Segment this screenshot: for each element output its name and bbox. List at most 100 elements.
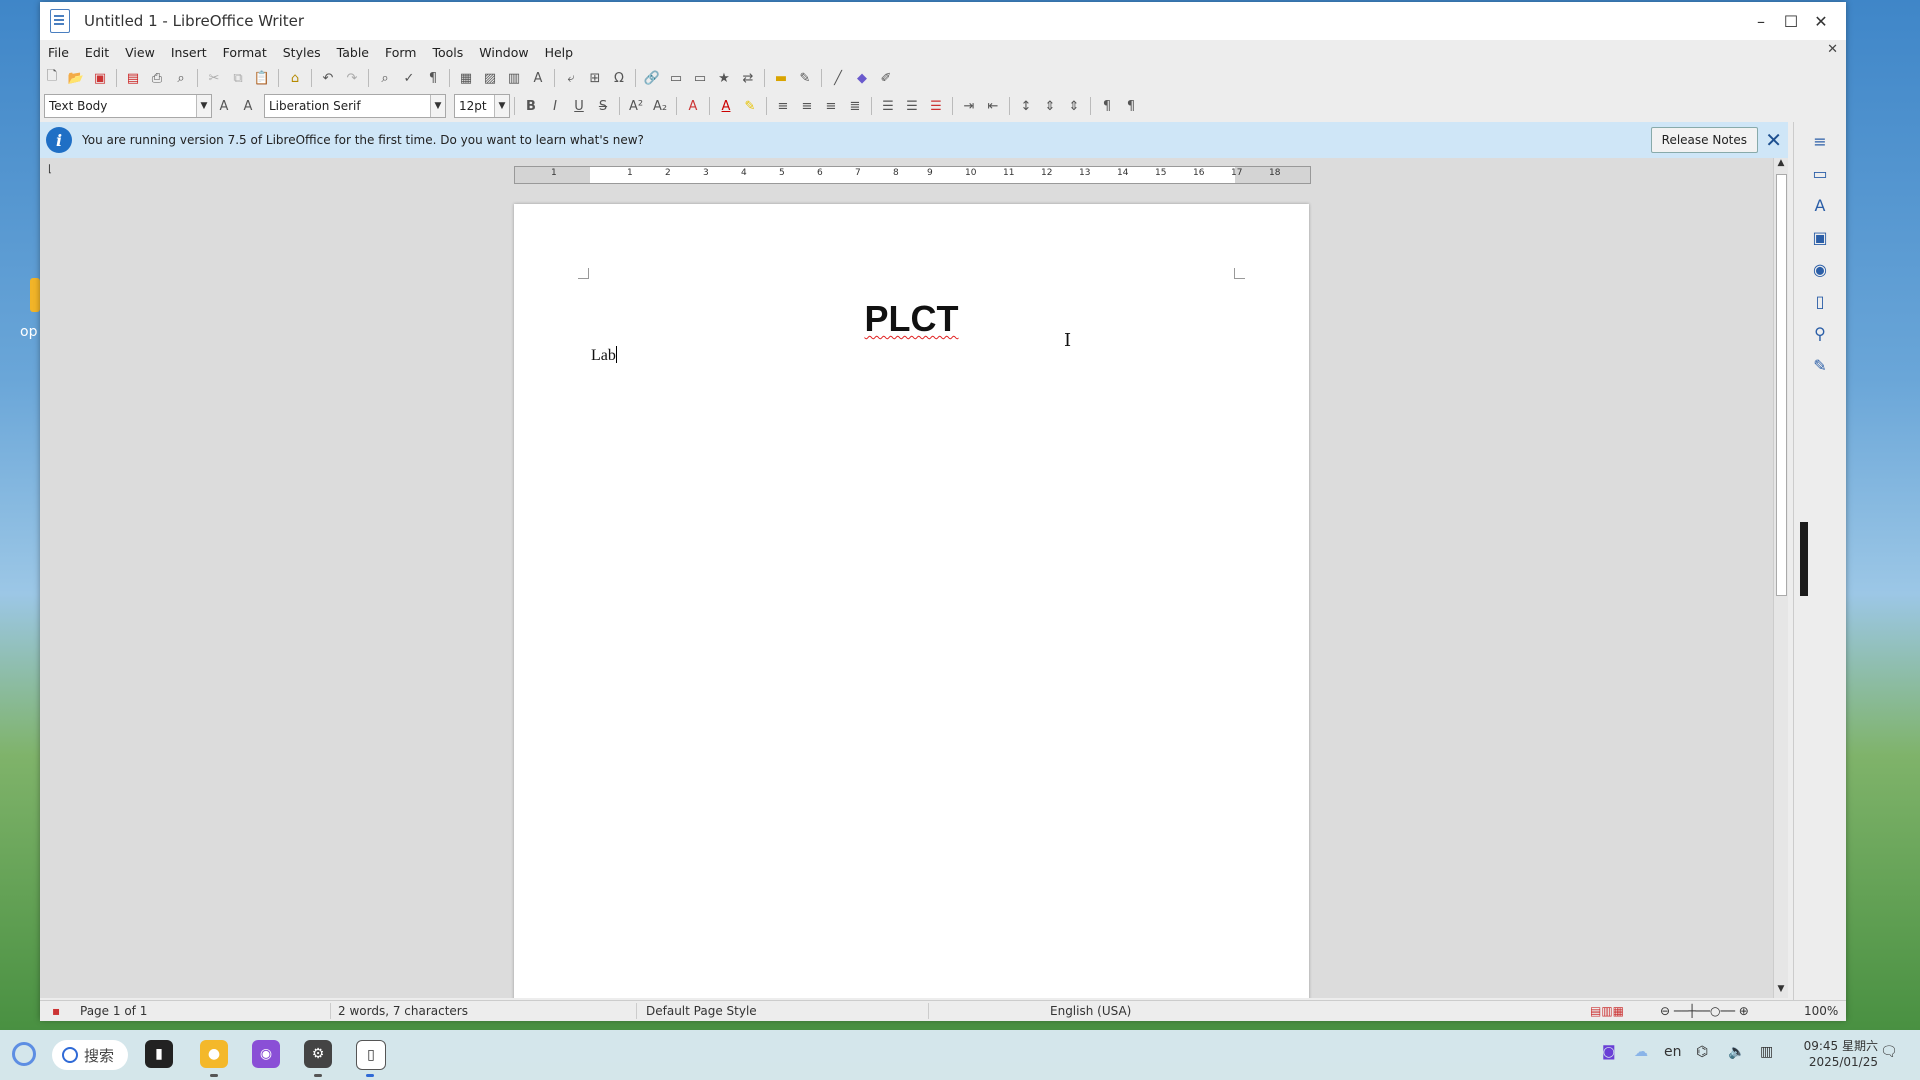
chevron-down-icon[interactable]: ▼ — [196, 95, 211, 117]
settings-app-icon[interactable]: ⚙ — [304, 1040, 332, 1068]
font-color-icon[interactable]: A — [715, 95, 737, 117]
file-manager-icon[interactable]: ● — [200, 1040, 228, 1068]
ordered-list-icon[interactable]: ☰ — [901, 95, 923, 117]
cross-reference-icon[interactable]: ⇄ — [737, 67, 759, 89]
draw-functions-icon[interactable]: ✐ — [875, 67, 897, 89]
scroll-up-icon[interactable]: ▲ — [1774, 158, 1788, 172]
volume-icon[interactable]: 🔈 — [1728, 1044, 1745, 1060]
update-style-icon[interactable]: A — [213, 95, 235, 117]
style-inspector-icon[interactable]: ⚲ — [1807, 320, 1833, 346]
menu-edit[interactable]: Edit — [77, 45, 117, 60]
increase-indent-icon[interactable]: ⇥ — [958, 95, 980, 117]
network-icon[interactable]: ⌬ — [1696, 1044, 1708, 1060]
page-count[interactable]: Page 1 of 1 — [80, 1004, 147, 1018]
bold-button[interactable]: B — [520, 95, 542, 117]
subscript-icon[interactable]: A₂ — [649, 95, 671, 117]
right-to-left-icon[interactable]: ¶ — [1120, 95, 1142, 117]
zoom-level[interactable]: 100% — [1804, 1004, 1838, 1018]
new-style-icon[interactable]: A — [237, 95, 259, 117]
tray-app-icon[interactable]: ◙ — [1602, 1044, 1616, 1060]
decrease-indent-icon[interactable]: ⇤ — [982, 95, 1004, 117]
line-spacing-icon[interactable]: ↕ — [1015, 95, 1037, 117]
clear-formatting-icon[interactable]: A — [682, 95, 704, 117]
superscript-icon[interactable]: A² — [625, 95, 647, 117]
insert-field-icon[interactable]: ⊞ — [584, 67, 606, 89]
sidebar-collapse-handle[interactable] — [1800, 522, 1808, 596]
spelling-icon[interactable]: ✓ — [398, 67, 420, 89]
italic-button[interactable]: I — [544, 95, 566, 117]
special-character-icon[interactable]: Ω — [608, 67, 630, 89]
menu-window[interactable]: Window — [471, 45, 536, 60]
input-language[interactable]: en — [1664, 1044, 1682, 1060]
scrollbar-thumb[interactable] — [1776, 174, 1787, 596]
menu-view[interactable]: View — [117, 45, 163, 60]
basic-shapes-icon[interactable]: ◆ — [851, 67, 873, 89]
align-center-icon[interactable]: ≡ — [796, 95, 818, 117]
insert-chart-icon[interactable]: ▥ — [503, 67, 525, 89]
find-replace-icon[interactable]: ⌕ — [374, 67, 396, 89]
insert-textbox-icon[interactable]: A — [527, 67, 549, 89]
undo-icon[interactable]: ↶ — [317, 67, 339, 89]
desktop-folder-icon[interactable] — [30, 278, 40, 312]
highlight-color-icon[interactable]: ✎ — [739, 95, 761, 117]
zoom-slider[interactable]: ⊖ ──┼──○── ⊕ — [1660, 1004, 1749, 1018]
gallery-icon[interactable]: ▣ — [1807, 224, 1833, 250]
notification-icon[interactable]: 🗨 — [1880, 1044, 1898, 1060]
font-size-select[interactable]: 12pt ▼ — [454, 94, 510, 118]
footnote-icon[interactable]: ▭ — [665, 67, 687, 89]
release-notes-button[interactable]: Release Notes — [1650, 127, 1758, 153]
insert-table-icon[interactable]: ▦ — [455, 67, 477, 89]
page-break-icon[interactable]: ⤶ — [560, 67, 582, 89]
chevron-down-icon[interactable]: ▼ — [430, 95, 445, 117]
properties-icon[interactable]: ▭ — [1807, 160, 1833, 186]
print-preview-icon[interactable]: ⌕ — [170, 67, 192, 89]
close-document-icon[interactable]: ✕ — [1827, 42, 1838, 57]
page-style[interactable]: Default Page Style — [646, 1004, 757, 1018]
document-heading[interactable]: PLCT — [514, 298, 1309, 340]
document-body-paragraph[interactable]: Lab — [591, 346, 617, 365]
underline-button[interactable]: U — [568, 95, 590, 117]
close-window-button[interactable]: ✕ — [1806, 2, 1836, 40]
close-infobar-icon[interactable]: ✕ — [1765, 128, 1782, 152]
scroll-down-icon[interactable]: ▼ — [1774, 984, 1788, 998]
redo-icon[interactable]: ↷ — [341, 67, 363, 89]
start-icon[interactable] — [12, 1042, 36, 1066]
outline-list-icon[interactable]: ☰ — [925, 95, 947, 117]
export-pdf-icon[interactable]: ▤ — [122, 67, 144, 89]
strikethrough-button[interactable]: S — [592, 95, 614, 117]
page-icon[interactable]: ▯ — [1807, 288, 1833, 314]
unordered-list-icon[interactable]: ☰ — [877, 95, 899, 117]
document-page[interactable]: PLCT Lab — [514, 204, 1309, 998]
insert-image-icon[interactable]: ▨ — [479, 67, 501, 89]
styles-icon[interactable]: A — [1807, 192, 1833, 218]
align-left-icon[interactable]: ≡ — [772, 95, 794, 117]
maximize-button[interactable]: ☐ — [1776, 2, 1806, 40]
word-count[interactable]: 2 words, 7 characters — [338, 1004, 468, 1018]
increase-paragraph-spacing-icon[interactable]: ⇕ — [1039, 95, 1061, 117]
left-to-right-icon[interactable]: ¶ — [1096, 95, 1118, 117]
track-changes-icon[interactable]: ✎ — [794, 67, 816, 89]
taskbar-search[interactable]: 搜索 — [52, 1040, 128, 1070]
minimize-button[interactable]: – — [1746, 2, 1776, 40]
navigator-icon[interactable]: ◉ — [1807, 256, 1833, 282]
view-layout-icon[interactable]: ▤▥▦ — [1590, 1004, 1624, 1018]
font-name-select[interactable]: Liberation Serif ▼ — [264, 94, 446, 118]
align-right-icon[interactable]: ≡ — [820, 95, 842, 117]
menu-styles[interactable]: Styles — [275, 45, 329, 60]
weather-icon[interactable]: ☁ — [1634, 1044, 1648, 1060]
save-icon[interactable]: ▣ — [89, 67, 111, 89]
print-icon[interactable]: ⎙ — [146, 67, 168, 89]
keyboard-icon[interactable]: ▥ — [1760, 1044, 1773, 1060]
writer-taskbar-icon[interactable]: ▯ — [356, 1040, 386, 1070]
paragraph-style-select[interactable]: Text Body ▼ — [44, 94, 212, 118]
open-icon[interactable]: 📂 — [65, 67, 87, 89]
paste-icon[interactable]: 📋 — [251, 67, 273, 89]
menu-insert[interactable]: Insert — [163, 45, 215, 60]
menu-table[interactable]: Table — [329, 45, 377, 60]
menu-format[interactable]: Format — [215, 45, 275, 60]
endnote-icon[interactable]: ▭ — [689, 67, 711, 89]
hyperlink-icon[interactable]: 🔗 — [641, 67, 663, 89]
menu-form[interactable]: Form — [377, 45, 425, 60]
horizontal-ruler[interactable]: 1 1 2 3 4 5 6 7 8 9 10 11 12 13 14 15 16… — [514, 166, 1311, 184]
formatting-marks-icon[interactable]: ¶ — [422, 67, 444, 89]
